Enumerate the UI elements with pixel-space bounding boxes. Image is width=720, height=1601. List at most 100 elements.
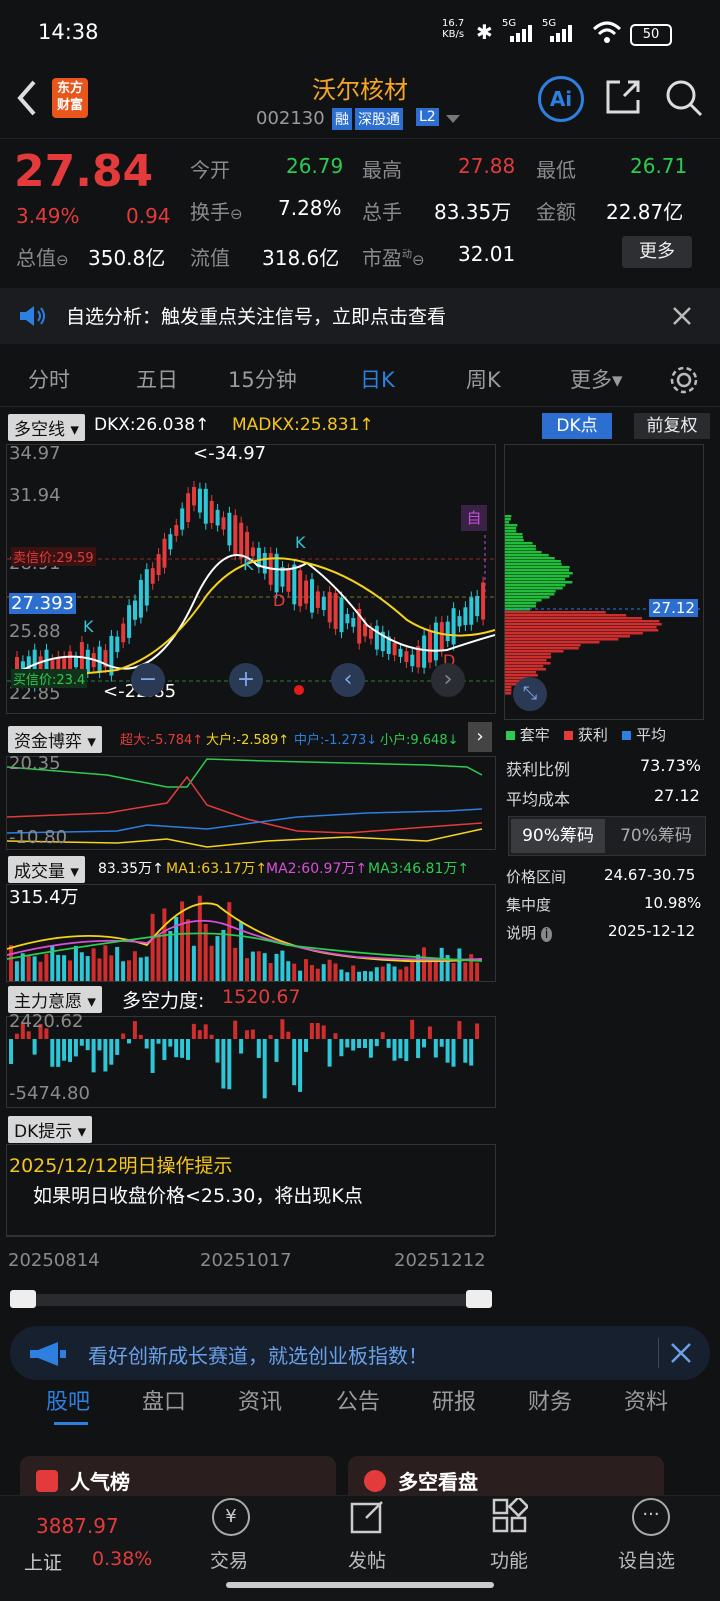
zoom-in-button[interactable]: + — [229, 663, 263, 697]
fund-flow-dropdown[interactable]: 资金博弈 ▾ — [8, 726, 102, 753]
force-bar — [91, 1039, 96, 1073]
force-bar — [127, 1039, 131, 1044]
force-value: 1520.67 — [222, 986, 301, 1008]
candle-body — [304, 580, 309, 604]
fund-expand-button[interactable]: › — [468, 722, 492, 752]
tab-chip-70[interactable]: 70%筹码 — [609, 819, 703, 853]
tab-intraday[interactable]: 分时 — [28, 364, 70, 394]
force-bar — [162, 1039, 167, 1060]
fund-mid: 中户:-1.273↓ — [294, 733, 378, 748]
force-bar — [191, 1023, 196, 1039]
chip-bar — [505, 575, 570, 578]
function-label[interactable]: 功能 — [490, 1546, 528, 1573]
range-slider-left-handle[interactable] — [10, 1290, 36, 1308]
indicator-dropdown[interactable]: 多空线 ▾ — [8, 414, 85, 441]
range-slider-track[interactable] — [10, 1294, 492, 1306]
candle-body — [162, 538, 167, 568]
tab-profile[interactable]: 资料 — [624, 1384, 668, 1416]
tab-orderbook[interactable]: 盘口 — [142, 1384, 186, 1416]
ai-assistant-button[interactable]: Ai — [538, 76, 584, 122]
candle-body — [150, 568, 155, 584]
popularity-card[interactable]: 人气榜 — [20, 1456, 336, 1496]
candle-body — [392, 642, 397, 656]
expand-icon[interactable]: ⤡ — [513, 677, 547, 711]
content-tabs: 股吧 盘口 资讯 公告 研报 财务 资料 — [0, 1372, 720, 1432]
force-bar — [386, 1039, 391, 1048]
tab-announcements[interactable]: 公告 — [336, 1384, 380, 1416]
close-icon[interactable] — [672, 306, 692, 326]
bull-bear-card[interactable]: 多空看盘 — [348, 1456, 664, 1496]
add-watchlist-label[interactable]: 设自选 — [618, 1546, 675, 1573]
kline-chart[interactable]: 34.97 31.94 28.91 25.88 22.85 27.393 卖信价… — [6, 443, 496, 714]
settings-gear-icon[interactable] — [668, 364, 700, 396]
post-icon[interactable] — [350, 1498, 386, 1534]
promo-close-icon[interactable] — [670, 1342, 692, 1364]
trade-label[interactable]: 交易 — [210, 1546, 248, 1573]
volume-dropdown[interactable]: 成交量 ▾ — [8, 856, 85, 883]
chip-bar — [505, 602, 537, 605]
share-icon[interactable] — [604, 78, 642, 116]
low-value: 26.71 — [630, 154, 688, 178]
more-dots-icon[interactable]: ··· — [632, 1498, 670, 1536]
volume-bar — [121, 961, 126, 981]
dropdown-caret-icon[interactable] — [446, 115, 460, 125]
tab-more[interactable]: 更多▾ — [570, 364, 623, 394]
post-label[interactable]: 发帖 — [348, 1546, 386, 1573]
force-bar — [150, 1039, 155, 1073]
search-icon[interactable] — [664, 78, 704, 118]
tab-news[interactable]: 资讯 — [238, 1384, 282, 1416]
volume-bar — [221, 929, 226, 981]
tab-financials[interactable]: 财务 — [528, 1384, 572, 1416]
zoom-out-button[interactable]: − — [131, 663, 165, 697]
clock: 14:38 — [38, 20, 99, 44]
tab-15min[interactable]: 15分钟 — [228, 364, 297, 394]
tab-forum[interactable]: 股吧 — [46, 1384, 90, 1416]
volume-bar — [327, 959, 332, 981]
grid-icon[interactable] — [492, 1498, 528, 1534]
scroll-right-button[interactable]: › — [431, 663, 465, 697]
trade-icon[interactable]: ¥ — [212, 1498, 250, 1536]
badge-l2: L2 — [416, 108, 439, 126]
net-speed: 16.7 KB/s — [442, 18, 465, 40]
vs-icon — [364, 1470, 386, 1492]
chip-bar — [505, 689, 512, 692]
volume-bar — [73, 945, 78, 981]
force-dropdown[interactable]: 主力意愿 ▾ — [8, 986, 102, 1013]
tab-weekly-k[interactable]: 周K — [466, 364, 501, 394]
chip-bar — [505, 518, 511, 521]
dk-hint-dropdown[interactable]: DK提示 ▾ — [8, 1116, 93, 1143]
alert-banner[interactable]: 自选分析：触发重点关注信号，立即点击查看 — [0, 288, 720, 344]
candle-body — [174, 524, 179, 536]
tab-chip-90[interactable]: 90%筹码 — [511, 819, 605, 853]
force-bar — [427, 1026, 432, 1039]
pe-value: 32.01 — [458, 242, 516, 266]
chip-bar — [505, 572, 573, 575]
chip-bar — [505, 584, 566, 587]
fund-flow-chart[interactable]: 20.35 -10.80 — [6, 753, 496, 850]
force-bar — [73, 1039, 78, 1057]
tab-daily-k[interactable]: 日K — [360, 364, 395, 394]
stock-code: 002130 — [256, 108, 325, 129]
volume-bar — [475, 962, 480, 981]
dk-point-button[interactable]: DK点 — [542, 413, 612, 439]
adjust-button[interactable]: 前复权 — [634, 413, 710, 439]
more-button[interactable]: 更多 — [622, 236, 692, 268]
scroll-left-button[interactable]: ‹ — [331, 663, 365, 697]
profit-ratio-label: 获利比例 — [506, 760, 571, 779]
volume-bar — [233, 947, 238, 981]
mcap-label: 总值⊖ — [16, 246, 69, 270]
chip-distribution-chart[interactable]: 27.12 ⤡ — [504, 444, 704, 720]
date-mid: 20251017 — [200, 1250, 292, 1271]
force-chart[interactable]: 2420.62 -5474.80 — [6, 1011, 496, 1108]
tab-research[interactable]: 研报 — [432, 1384, 476, 1416]
volume-chart[interactable]: 315.4万 — [6, 884, 496, 982]
force-bar — [197, 1030, 202, 1039]
candle-body — [374, 625, 379, 650]
volume-bar — [245, 958, 249, 981]
price-range-value: 24.67-30.75 — [604, 866, 696, 884]
candle-body — [221, 517, 226, 530]
tab-five-day[interactable]: 五日 — [136, 364, 178, 394]
k-signal: K — [83, 617, 94, 636]
range-slider-right-handle[interactable] — [466, 1290, 492, 1308]
chip-bar — [505, 623, 662, 626]
